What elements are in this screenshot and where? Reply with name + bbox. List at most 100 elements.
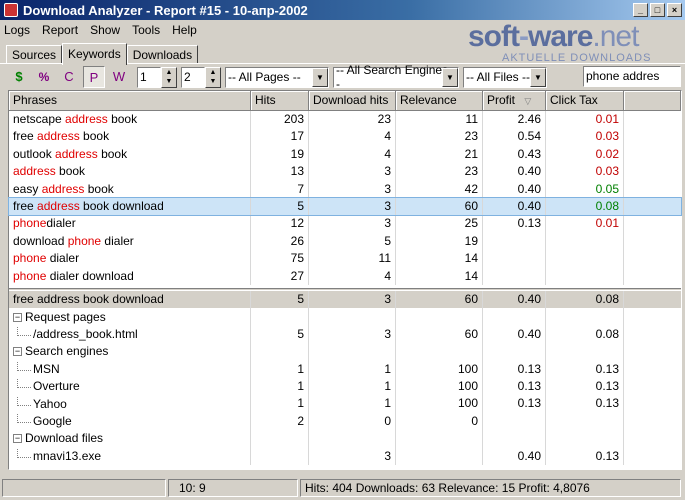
click-tax-cell: 0.08 xyxy=(546,325,624,344)
relevance-cell: 100 xyxy=(396,395,483,413)
click-tax-cell: 0.02 xyxy=(546,145,624,164)
tree-branch-icon xyxy=(17,413,31,423)
hits-cell: 203 xyxy=(251,111,309,129)
phrase-search-input[interactable]: phone addres xyxy=(583,66,681,87)
tree-label-cell: free address book download xyxy=(9,291,251,309)
click-tax-cell: 0.03 xyxy=(546,128,624,146)
table-row[interactable]: netscape address book 203 23 11 2.46 0.01 xyxy=(9,111,681,129)
download-hits-cell: 4 xyxy=(309,145,396,164)
menu-tools[interactable]: Tools xyxy=(132,23,160,37)
table-row[interactable]: phonedialer 12 3 25 0.13 0.01 xyxy=(9,215,681,233)
click-tax-cell: 0.01 xyxy=(546,215,624,233)
phrase-cell: netscape address book xyxy=(9,111,251,129)
phrase-cell: address book xyxy=(9,163,251,181)
grid-header: Phrases Hits Download hits Relevance Pro… xyxy=(9,91,681,111)
click-tax-cell: 0.13 xyxy=(546,377,624,396)
profit-cell: 2.46 xyxy=(483,111,546,129)
status-summary: Hits: 404 Downloads: 63 Relevance: 15 Pr… xyxy=(300,479,681,497)
spinner-arrows-icon[interactable]: ▲ ▼ xyxy=(161,66,177,88)
detail-header-row[interactable]: free address book download 5 3 60 0.40 0.08 xyxy=(9,291,681,309)
chevron-down-icon[interactable]: ▼ xyxy=(442,67,458,87)
menu-report[interactable]: Report xyxy=(42,23,78,37)
download-hits-cell: 3 xyxy=(309,215,396,233)
level-spinner-2[interactable]: 2 ▲ ▼ xyxy=(181,66,221,88)
profit-cell: 0.43 xyxy=(483,145,546,164)
tab-downloads[interactable]: Downloads xyxy=(126,45,199,64)
tree-leaf[interactable]: /address_book.html 5 3 60 0.40 0.08 xyxy=(9,325,681,344)
col-phrases[interactable]: Phrases xyxy=(9,91,251,111)
download-hits-cell xyxy=(309,343,396,361)
col-profit[interactable]: Profit ▽ xyxy=(483,91,546,111)
col-relevance[interactable]: Relevance xyxy=(396,91,483,111)
table-row[interactable]: phone dialer 75 11 14 xyxy=(9,250,681,268)
tree-label-cell: /address_book.html xyxy=(9,325,251,344)
tree-branch-icon xyxy=(17,326,31,336)
relevance-cell xyxy=(396,343,483,361)
download-hits-cell: 4 xyxy=(309,267,396,285)
tree-label-cell: mnavi13.exe xyxy=(9,447,251,465)
col-hits[interactable]: Hits xyxy=(251,91,309,111)
hits-cell: 75 xyxy=(251,250,309,268)
pages-select[interactable]: -- All Pages -- ▼ xyxy=(225,66,329,88)
tree-group[interactable]: − Request pages xyxy=(9,308,681,326)
click-tax-cell: 0.13 xyxy=(546,447,624,465)
col-click-tax[interactable]: Click Tax xyxy=(546,91,624,111)
tab-sources[interactable]: Sources xyxy=(6,45,63,64)
level-spinner-1[interactable]: 1 ▲ ▼ xyxy=(137,66,177,88)
relevance-cell: 100 xyxy=(396,377,483,396)
status-position: 10: 9 xyxy=(168,479,298,497)
maximize-button[interactable]: □ xyxy=(650,3,665,17)
tree-leaf[interactable]: Google 2 0 0 xyxy=(9,412,681,431)
w-icon[interactable]: W xyxy=(108,66,130,88)
tab-strip: Sources Keywords Downloads xyxy=(6,42,199,65)
p-icon[interactable]: P xyxy=(83,66,105,88)
c-icon[interactable]: C xyxy=(58,66,80,88)
relevance-cell: 11 xyxy=(396,111,483,129)
table-row[interactable]: easy address book 7 3 42 0.40 0.05 xyxy=(9,180,681,198)
tree-leaf[interactable]: Overture 1 1 100 0.13 0.13 xyxy=(9,377,681,396)
table-row[interactable]: phone dialer download 27 4 14 xyxy=(9,267,681,285)
spinner-arrows-icon[interactable]: ▲ ▼ xyxy=(205,66,221,88)
download-hits-cell: 4 xyxy=(309,128,396,146)
relevance-cell: 23 xyxy=(396,163,483,181)
download-hits-cell: 0 xyxy=(309,412,396,431)
percent-icon[interactable]: % xyxy=(33,66,55,88)
click-tax-cell xyxy=(546,343,624,361)
relevance-cell: 21 xyxy=(396,145,483,164)
tree-group[interactable]: − Download files xyxy=(9,430,681,448)
collapse-icon[interactable]: − xyxy=(13,434,22,444)
relevance-cell: 14 xyxy=(396,250,483,268)
tree-leaf[interactable]: Yahoo 1 1 100 0.13 0.13 xyxy=(9,395,681,413)
relevance-cell: 23 xyxy=(396,128,483,146)
collapse-icon[interactable]: − xyxy=(13,312,22,322)
hits-cell: 12 xyxy=(251,215,309,233)
hits-cell xyxy=(251,447,309,465)
table-row[interactable]: free address book 17 4 23 0.54 0.03 xyxy=(9,128,681,146)
col-download-hits[interactable]: Download hits xyxy=(309,91,396,111)
tree-leaf[interactable]: mnavi13.exe 3 0.40 0.13 xyxy=(9,447,681,465)
dollar-icon[interactable]: $ xyxy=(8,66,30,88)
tree-leaf[interactable]: MSN 1 1 100 0.13 0.13 xyxy=(9,360,681,378)
collapse-icon[interactable]: − xyxy=(13,347,22,357)
table-row[interactable]: outlook address book 19 4 21 0.43 0.02 xyxy=(9,145,681,164)
menu-help[interactable]: Help xyxy=(172,23,197,37)
menu-logs[interactable]: Logs xyxy=(4,23,30,37)
minimize-button[interactable]: _ xyxy=(633,3,648,17)
click-tax-cell: 0.05 xyxy=(546,180,624,198)
phrase-cell: phone dialer download xyxy=(9,267,251,285)
profit-cell: 0.54 xyxy=(483,128,546,146)
table-row[interactable]: free address book download 5 3 60 0.40 0.08 xyxy=(8,196,682,217)
files-select[interactable]: -- All Files -- ▼ xyxy=(463,66,547,88)
engines-select[interactable]: -- All Search Engines -- ▼ xyxy=(333,63,459,91)
relevance-cell: 60 xyxy=(396,325,483,344)
menu-show[interactable]: Show xyxy=(90,23,120,37)
chevron-down-icon[interactable]: ▼ xyxy=(530,67,546,87)
close-button[interactable]: × xyxy=(667,3,682,17)
tab-keywords[interactable]: Keywords xyxy=(62,43,127,65)
chevron-down-icon[interactable]: ▼ xyxy=(312,67,328,87)
table-row[interactable]: address book 13 3 23 0.40 0.03 xyxy=(9,163,681,181)
phrase-cell: phonedialer xyxy=(9,215,251,233)
hits-cell: 5 xyxy=(251,325,309,344)
table-row[interactable]: download phone dialer 26 5 19 xyxy=(9,232,681,251)
tree-group[interactable]: − Search engines xyxy=(9,343,681,361)
